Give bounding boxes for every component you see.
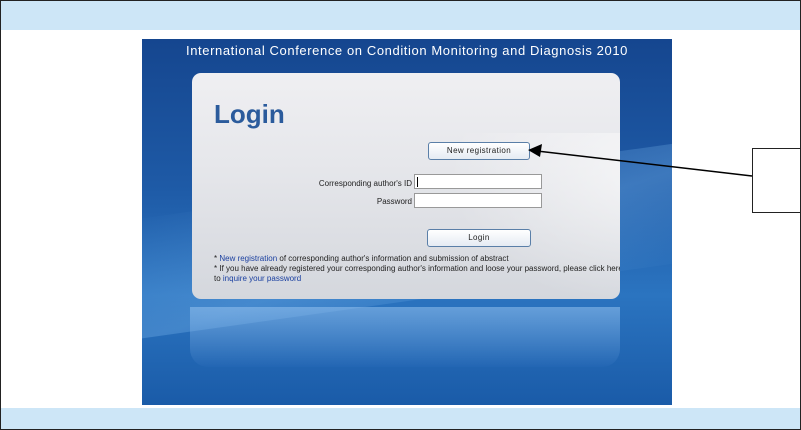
text-caret: [417, 177, 418, 187]
author-id-input[interactable]: [414, 174, 542, 189]
info-text: * New registration of corresponding auth…: [214, 254, 620, 284]
login-page-panel: International Conference on Condition Mo…: [142, 39, 672, 405]
info-line-1: * New registration of corresponding auth…: [214, 254, 620, 264]
login-card: Login New registration Corresponding aut…: [192, 73, 620, 299]
login-button[interactable]: Login: [427, 229, 531, 247]
author-id-label: Corresponding author's ID: [318, 179, 412, 188]
callout-box: [752, 148, 800, 213]
screenshot-frame: International Conference on Condition Mo…: [0, 0, 801, 430]
new-registration-button[interactable]: New registration: [428, 142, 530, 160]
bottom-band: [1, 408, 800, 429]
page-title: Login: [214, 99, 285, 129]
top-band: [1, 1, 800, 30]
password-input[interactable]: [414, 193, 542, 208]
card-reflection: [190, 307, 620, 367]
password-label: Password: [376, 197, 412, 206]
info-line-1-text: of corresponding author's information an…: [277, 254, 509, 263]
inquire-password-link[interactable]: inquire your password: [223, 274, 301, 283]
conference-title: International Conference on Condition Mo…: [185, 43, 629, 58]
new-registration-link[interactable]: New registration: [219, 254, 277, 263]
info-line-2: * If you have already registered your co…: [214, 264, 620, 284]
